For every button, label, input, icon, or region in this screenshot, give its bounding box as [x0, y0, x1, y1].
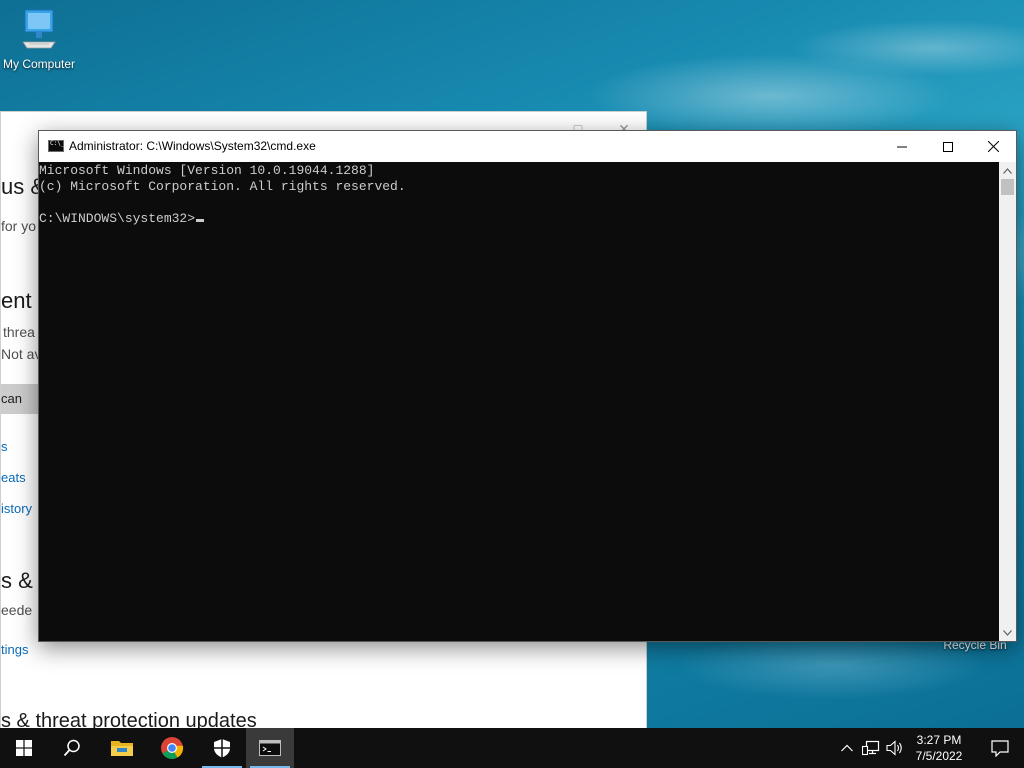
no-action-needed-text: eede — [1, 602, 33, 618]
close-button[interactable] — [970, 131, 1016, 162]
notification-icon — [991, 739, 1009, 757]
maximize-button[interactable] — [925, 131, 971, 162]
console-line: (c) Microsoft Corporation. All rights re… — [39, 179, 406, 194]
show-hidden-icons-button[interactable] — [838, 728, 856, 768]
console-line: Microsoft Windows [Version 10.0.19044.12… — [39, 163, 375, 178]
vertical-scrollbar[interactable] — [999, 162, 1016, 641]
console-prompt-line[interactable]: C:\WINDOWS\system32> — [39, 211, 1000, 227]
file-explorer-button[interactable] — [98, 728, 146, 768]
search-button[interactable] — [48, 728, 96, 768]
volume-button[interactable] — [884, 728, 906, 768]
clock-time: 3:27 PM — [916, 733, 962, 747]
windows-security-icon — [214, 739, 230, 758]
start-button[interactable] — [0, 728, 48, 768]
clock-date: 7/5/2022 — [915, 749, 963, 763]
minimize-button[interactable] — [879, 131, 925, 162]
my-computer-label: My Computer — [2, 57, 76, 71]
computer-icon — [21, 9, 57, 55]
cmd-window-title: Administrator: C:\Windows\System32\cmd.e… — [69, 139, 316, 153]
last-scan-text: Not av — [1, 346, 42, 362]
quick-scan-button[interactable]: can — [1, 384, 41, 414]
cmd-icon[interactable] — [48, 140, 64, 152]
search-icon — [63, 739, 80, 757]
chrome-button[interactable] — [148, 728, 196, 768]
cmd-window[interactable]: Administrator: C:\Windows\System32\cmd.e… — [38, 130, 1017, 642]
quick-scan-label: can — [1, 391, 22, 406]
windows-start-icon — [16, 740, 32, 756]
virus-protection-subtitle: for yo — [1, 218, 37, 234]
taskbar: 3:27 PM 7/5/2022 — [0, 728, 1024, 768]
cmd-titlebar[interactable]: Administrator: C:\Windows\System32\cmd.e… — [39, 131, 1016, 162]
text-cursor — [196, 219, 205, 222]
cmd-taskbar-button[interactable] — [246, 728, 294, 768]
my-computer-desktop-icon[interactable]: My Computer — [0, 8, 84, 71]
chrome-icon — [161, 737, 184, 759]
network-button[interactable] — [860, 728, 882, 768]
taskbar-clock[interactable]: 3:27 PM 7/5/2022 — [908, 732, 970, 764]
minimize-icon — [897, 146, 907, 147]
network-icon — [862, 740, 880, 756]
console-prompt: C:\WINDOWS\system32> — [39, 211, 196, 226]
allowed-threats-link[interactable]: eats — [1, 470, 26, 485]
scroll-thumb[interactable] — [1001, 179, 1014, 195]
manage-settings-link[interactable]: tings — [1, 642, 28, 657]
cmd-icon — [259, 740, 281, 756]
action-center-button[interactable] — [980, 728, 1020, 768]
speaker-icon — [886, 740, 902, 756]
close-icon — [987, 141, 999, 152]
no-threats-text: threa — [3, 324, 35, 340]
scroll-down-arrow-icon[interactable] — [999, 624, 1016, 641]
scroll-up-arrow-icon[interactable] — [999, 162, 1016, 179]
file-explorer-icon — [111, 741, 133, 756]
chevron-up-icon — [841, 744, 853, 752]
console-output[interactable]: Microsoft Windows [Version 10.0.19044.12… — [39, 162, 1000, 641]
maximize-icon — [943, 141, 953, 152]
scan-options-link[interactable]: s — [1, 439, 8, 454]
windows-security-button[interactable] — [198, 728, 246, 768]
protection-history-link[interactable]: istory — [1, 501, 32, 516]
